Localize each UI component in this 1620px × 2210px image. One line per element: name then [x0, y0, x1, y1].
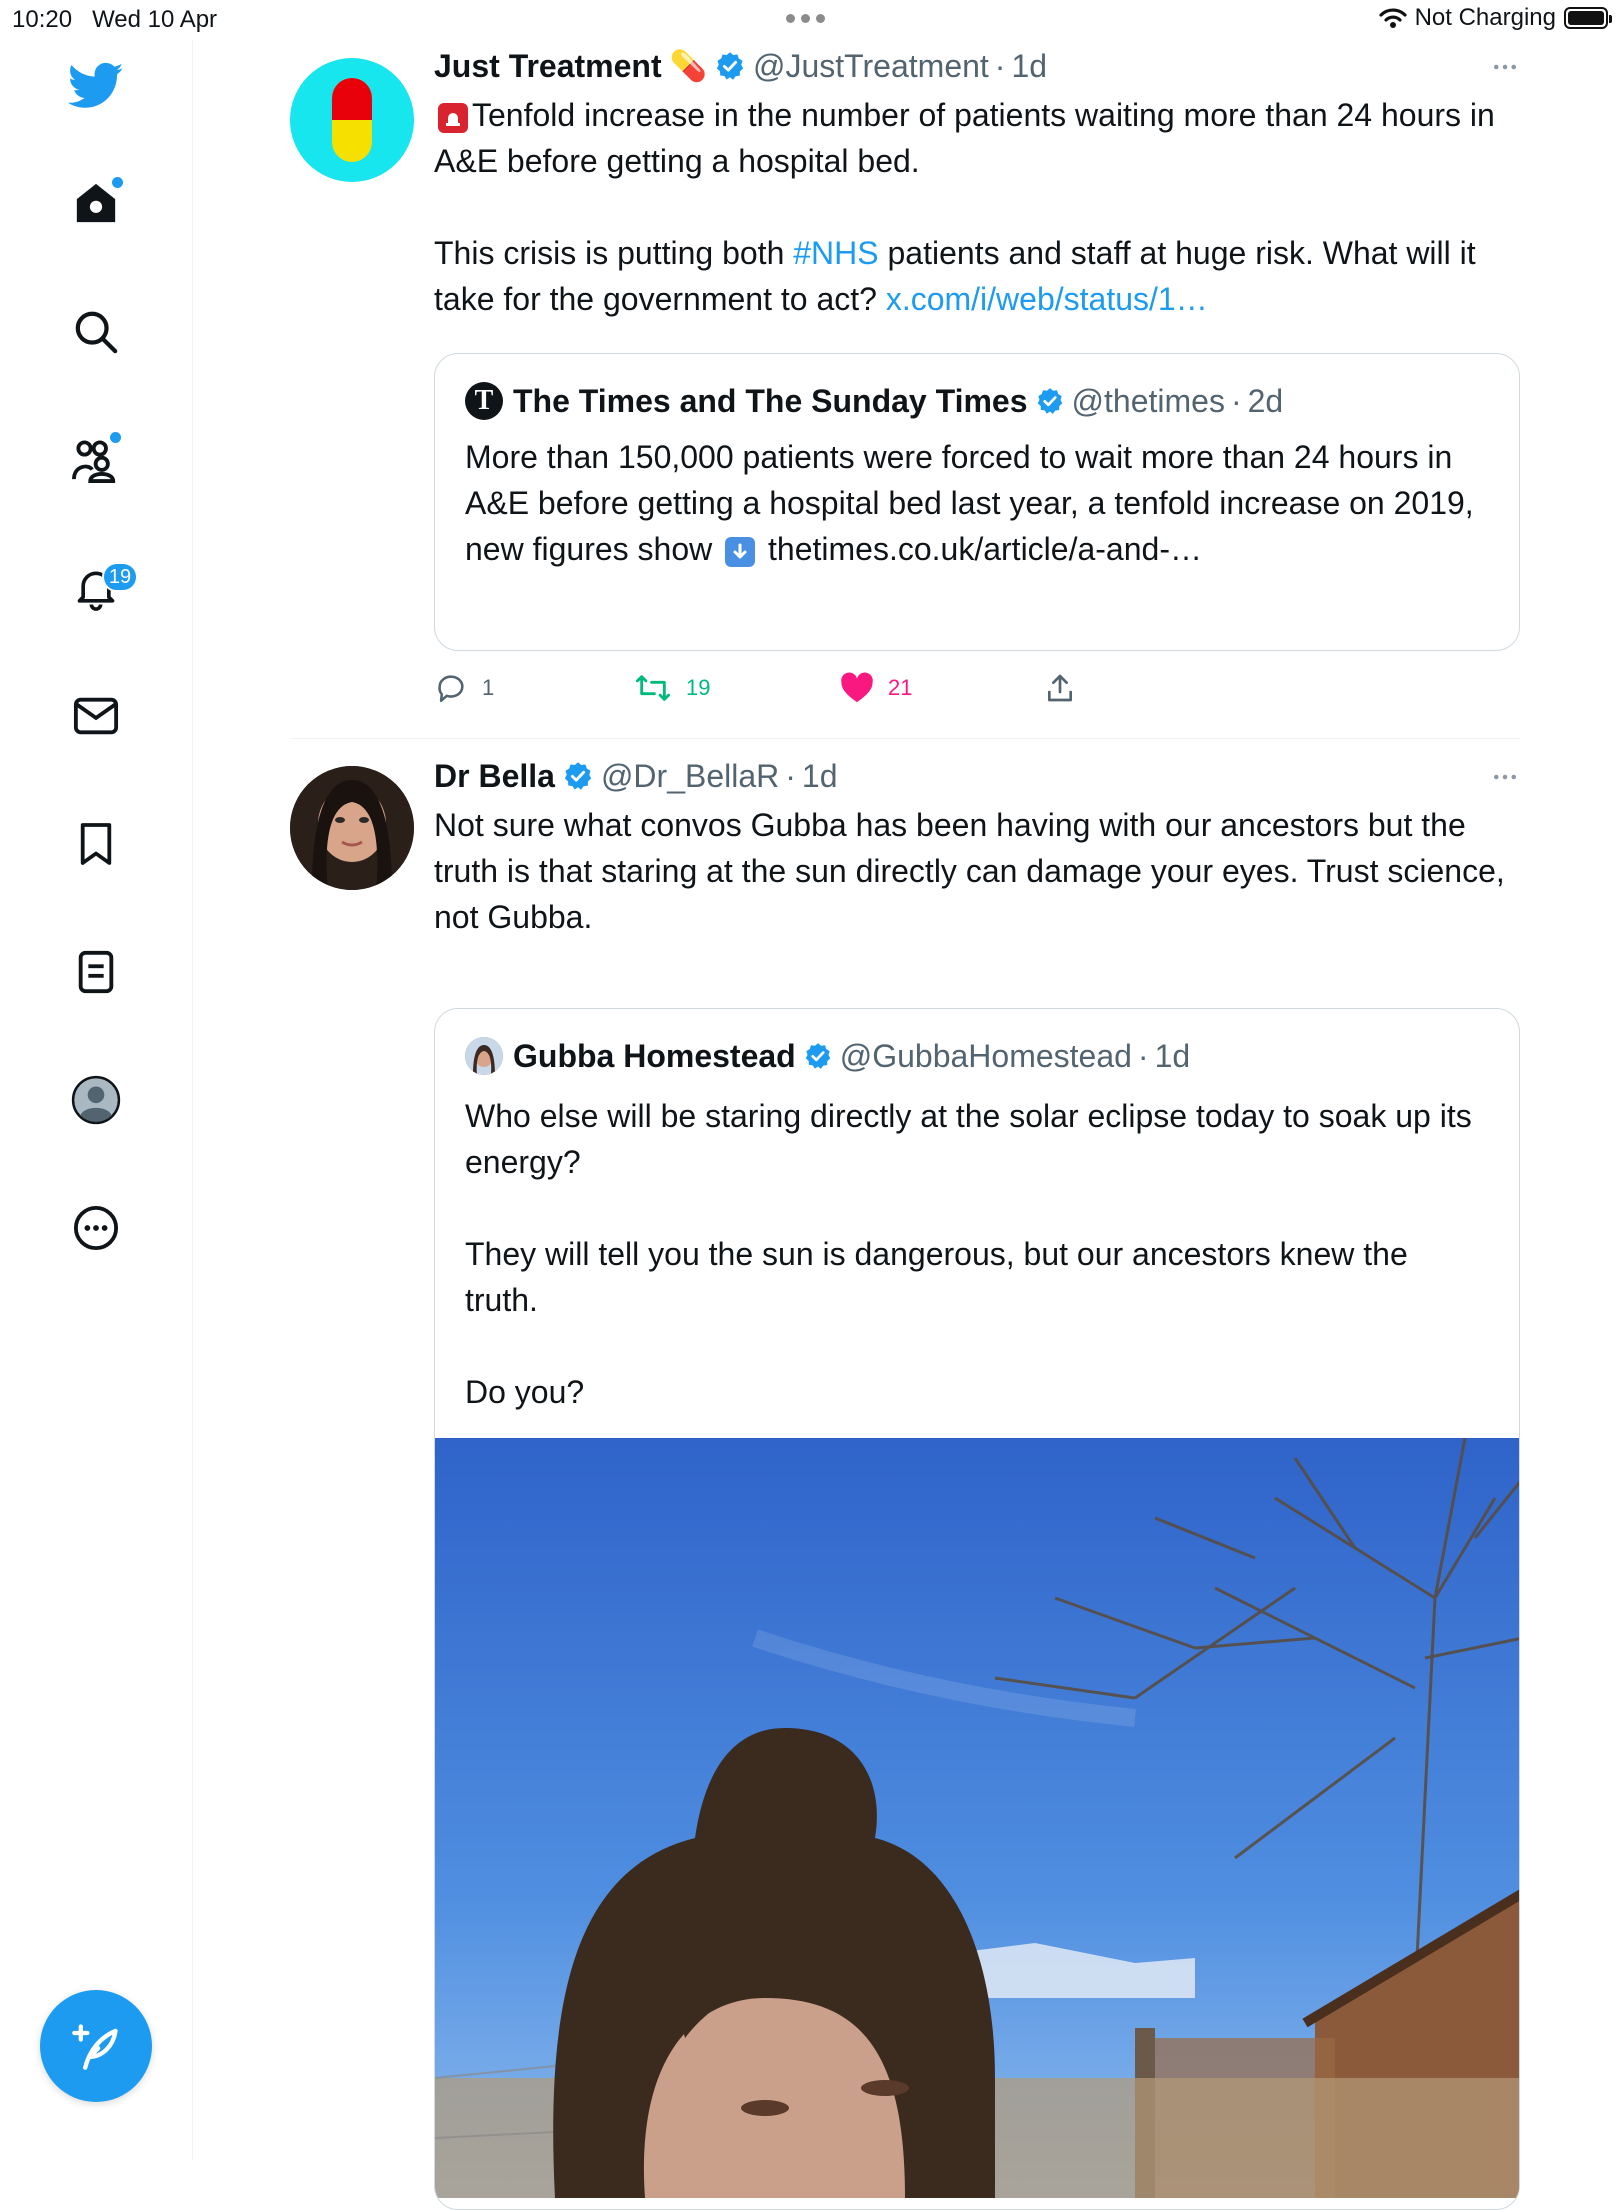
- home-unread-dot: [112, 177, 123, 188]
- tweet-text: Not sure what convos Gubba has been havi…: [434, 807, 1505, 935]
- pill-emoji-icon: 💊: [669, 49, 707, 83]
- quote-media-photo[interactable]: [435, 1438, 1519, 2198]
- like-button[interactable]: 21: [840, 672, 1044, 704]
- retweet-button[interactable]: 19: [634, 671, 840, 705]
- sidebar-item-profile[interactable]: [60, 1064, 132, 1136]
- profile-icon: [71, 1075, 121, 1125]
- more-options-icon[interactable]: [1490, 52, 1520, 82]
- reply-count: 1: [482, 675, 495, 700]
- status-date: Wed 10 Apr: [92, 6, 218, 33]
- avatar[interactable]: [290, 58, 414, 182]
- sidebar-item-lists[interactable]: [60, 936, 132, 1008]
- tweet[interactable]: Dr Bella @Dr_BellaR · 1d Not sure what c…: [290, 740, 1520, 2210]
- hashtag-link[interactable]: #NHS: [793, 235, 878, 271]
- tweet-time[interactable]: 1d: [1011, 48, 1047, 85]
- pill-logo: [332, 78, 372, 162]
- quote-text: Who else will be staring directly at the…: [465, 1098, 1472, 1410]
- tweet-header: Dr Bella @Dr_BellaR · 1d: [434, 757, 838, 795]
- search-icon: [75, 311, 118, 354]
- author-name[interactable]: Dr Bella: [434, 758, 555, 795]
- tweet-time[interactable]: 1d: [802, 758, 838, 795]
- wifi-icon: [1378, 8, 1407, 28]
- sidebar: 19: [0, 40, 193, 2160]
- list-icon: [78, 950, 114, 994]
- share-icon: [1048, 674, 1072, 702]
- sidebar-item-communities[interactable]: [60, 424, 132, 496]
- down-arrow-emoji-icon: [725, 536, 756, 567]
- quote-time: 2d: [1247, 382, 1284, 419]
- tweet-separator: [290, 738, 1520, 739]
- compose-feather-icon: [72, 2024, 118, 2070]
- author-handle[interactable]: @JustTreatment: [753, 48, 989, 85]
- quote-author-name[interactable]: Gubba Homestead: [513, 1038, 796, 1075]
- status-bar: 10:20 Wed 10 Apr Not Charging: [0, 0, 1620, 40]
- quoted-tweet[interactable]: T The Times and The Sunday Times @thetim…: [434, 353, 1520, 651]
- tweet-text: Tenfold increase in the number of patien…: [434, 97, 1495, 317]
- compose-tweet-button[interactable]: [40, 1990, 152, 2102]
- share-button[interactable]: [1044, 672, 1076, 704]
- sidebar-item-home[interactable]: [60, 167, 132, 239]
- status-right: Not Charging: [1378, 4, 1612, 32]
- sidebar-item-messages[interactable]: [60, 680, 132, 752]
- communities-unread-dot: [110, 432, 121, 443]
- battery-text: Not Charging: [1414, 4, 1556, 31]
- tweet-actions: 1 19 21: [434, 668, 1076, 708]
- sidebar-item-explore[interactable]: [60, 296, 132, 368]
- quote-author-name[interactable]: The Times and The Sunday Times: [513, 383, 1028, 420]
- quote-author-handle[interactable]: @GubbaHomestead: [840, 1038, 1132, 1075]
- more-circle-icon: [73, 1205, 119, 1251]
- retweet-icon: [636, 675, 670, 701]
- sidebar-item-notifications[interactable]: 19: [60, 552, 138, 624]
- tweet[interactable]: Just Treatment 💊 @JustTreatment · 1d Ten…: [290, 40, 1520, 740]
- verified-icon: [804, 1042, 832, 1070]
- heart-filled-icon: [841, 672, 873, 703]
- bookmark-icon: [80, 823, 112, 865]
- verified-icon: [715, 51, 745, 81]
- avatar[interactable]: [290, 766, 414, 890]
- battery-icon: [1564, 7, 1612, 29]
- tweet-link[interactable]: x.com/i/web/status/1…: [886, 281, 1208, 317]
- sidebar-item-bookmarks[interactable]: [60, 808, 132, 880]
- quote-avatar[interactable]: [465, 1037, 503, 1075]
- twitter-logo-icon[interactable]: [60, 50, 132, 122]
- eclipse-selfie-image: [435, 1438, 1519, 2198]
- like-count: 21: [888, 675, 913, 700]
- avatar-photo: [290, 766, 414, 890]
- home-icon: [76, 183, 116, 223]
- retweet-count: 19: [686, 675, 711, 700]
- sidebar-item-more[interactable]: [60, 1192, 132, 1264]
- envelope-icon: [73, 697, 119, 735]
- more-options-icon[interactable]: [1490, 762, 1520, 792]
- quote-header: Gubba Homestead @GubbaHomestead · 1d: [465, 1035, 1489, 1077]
- tweet-header: Just Treatment 💊 @JustTreatment · 1d: [434, 47, 1048, 85]
- reply-icon: [438, 675, 464, 703]
- author-name[interactable]: Just Treatment: [434, 48, 662, 85]
- status-time: 10:20 Wed 10 Apr: [12, 6, 218, 33]
- communities-icon: [72, 440, 116, 483]
- timeline-feed: Just Treatment 💊 @JustTreatment · 1d Ten…: [290, 40, 1520, 2210]
- notifications-badge: 19: [102, 562, 138, 592]
- verified-icon: [563, 761, 593, 791]
- quote-author-handle[interactable]: @thetimes: [1072, 383, 1225, 420]
- reply-button[interactable]: 1: [434, 671, 634, 705]
- rotating-light-emoji-icon: [438, 102, 468, 133]
- multitasking-dots[interactable]: [786, 14, 825, 23]
- quoted-tweet[interactable]: Gubba Homestead @GubbaHomestead · 1d Who…: [434, 1008, 1520, 2210]
- author-handle[interactable]: @Dr_BellaR: [601, 758, 779, 795]
- times-logo-avatar[interactable]: T: [465, 382, 503, 420]
- verified-icon: [1036, 387, 1064, 415]
- quote-text: More than 150,000 patients were forced t…: [465, 439, 1474, 567]
- quote-time: 1d: [1154, 1037, 1191, 1074]
- quote-header: T The Times and The Sunday Times @thetim…: [465, 380, 1489, 422]
